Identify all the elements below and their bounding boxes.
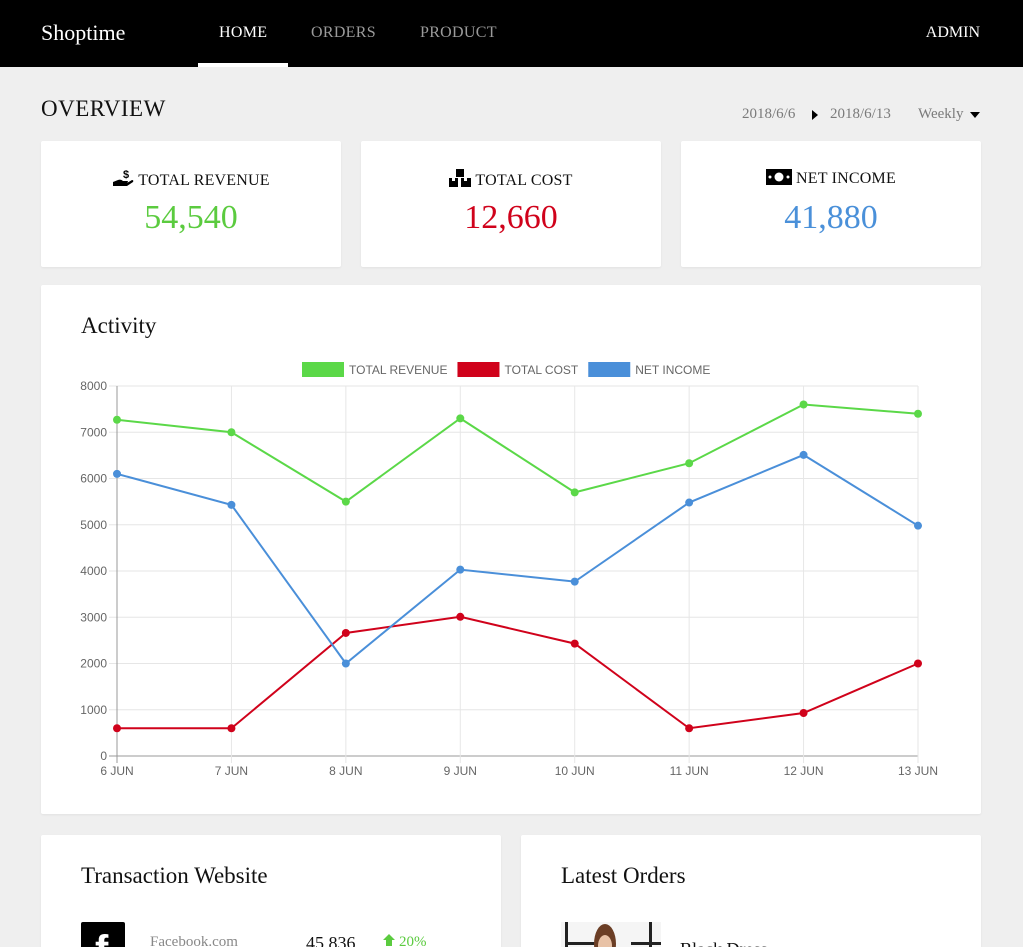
data-point — [570, 639, 579, 648]
transaction-value: 45,836 — [306, 933, 356, 947]
data-point — [456, 414, 465, 423]
transaction-site[interactable]: Facebook.com — [150, 934, 238, 947]
data-point — [685, 498, 694, 507]
y-tick-label: 8000 — [80, 379, 107, 393]
data-point — [456, 612, 465, 621]
transaction-change-value: 20% — [399, 934, 427, 947]
nav-item-orders[interactable]: ORDERS — [311, 24, 376, 42]
x-tick-label: 8 JUN — [329, 764, 362, 778]
y-tick-label: 5000 — [80, 518, 107, 532]
legend-label: TOTAL REVENUE — [349, 363, 447, 377]
data-point — [914, 659, 922, 668]
hand-money-icon: $ — [113, 169, 134, 186]
data-point — [914, 521, 922, 530]
x-tick-label: 13 JUN — [898, 764, 938, 778]
x-tick-label: 11 JUN — [670, 764, 709, 778]
stat-label-revenue: TOTAL REVENUE — [138, 172, 270, 189]
nav-item-product[interactable]: PRODUCT — [420, 24, 497, 42]
date-from[interactable]: 2018/6/6 — [742, 106, 795, 123]
data-point — [456, 565, 465, 574]
data-point — [227, 724, 236, 733]
data-point — [227, 500, 236, 509]
svg-text:$: $ — [123, 169, 129, 181]
data-point — [113, 724, 121, 733]
data-point — [570, 488, 579, 497]
data-point — [799, 450, 808, 459]
top-navbar: Shoptime HOME ORDERS PRODUCT ADMIN — [0, 0, 1023, 67]
caret-down-icon[interactable] — [970, 112, 980, 118]
transaction-change: 20% — [382, 933, 427, 947]
transaction-website-card: Transaction Website f Facebook.com 45,83… — [41, 835, 501, 947]
banknote-icon — [766, 169, 793, 185]
stat-label-cost: TOTAL COST — [475, 172, 573, 189]
stat-value-revenue: 54,540 — [144, 199, 238, 236]
y-tick-label: 1000 — [80, 703, 107, 717]
data-point — [914, 409, 922, 418]
series-line — [116, 403, 919, 503]
legend-label: TOTAL COST — [504, 363, 578, 377]
arrow-up-icon — [383, 934, 395, 946]
x-tick-label: 12 JUN — [784, 764, 824, 778]
data-point — [113, 469, 121, 478]
stat-value-cost: 12,660 — [464, 199, 558, 236]
latest-orders-card: Latest Orders Black Dress — [521, 835, 981, 947]
facebook-icon: f — [81, 922, 125, 947]
legend-swatch — [588, 362, 631, 377]
legend-swatch — [457, 362, 500, 377]
series-line — [116, 453, 919, 665]
stat-card-revenue: $ TOTAL REVENUE 54,540 — [41, 141, 341, 267]
period-select[interactable]: Weekly — [918, 106, 963, 123]
data-point — [341, 497, 350, 506]
stat-card-net-income: NET INCOME 41,880 — [681, 141, 981, 267]
nav-item-home[interactable]: HOME — [219, 24, 267, 42]
series-line — [117, 615, 919, 730]
data-point — [227, 428, 236, 437]
y-tick-label: 4000 — [80, 564, 107, 578]
x-tick-label: 9 JUN — [444, 764, 477, 778]
stat-label-net-income: NET INCOME — [796, 170, 896, 187]
y-tick-label: 3000 — [80, 610, 107, 624]
arrow-right-icon[interactable] — [812, 110, 818, 120]
overview-title: OVERVIEW — [41, 96, 166, 121]
legend-swatch — [302, 362, 344, 377]
data-point — [685, 724, 694, 733]
data-point — [685, 459, 694, 468]
y-tick-label: 7000 — [80, 425, 107, 439]
transaction-title: Transaction Website — [81, 863, 268, 888]
active-nav-indicator — [198, 63, 288, 67]
y-tick-label: 6000 — [80, 472, 107, 486]
stat-card-cost: TOTAL COST 12,660 — [361, 141, 661, 267]
data-point — [341, 628, 350, 637]
x-tick-label: 10 JUN — [555, 764, 595, 778]
legend-label: NET INCOME — [635, 363, 710, 377]
order-product-name[interactable]: Black Dress — [680, 939, 767, 947]
x-tick-label: 7 JUN — [215, 764, 248, 778]
data-point — [341, 659, 350, 668]
data-point — [113, 415, 121, 424]
data-point — [570, 577, 579, 586]
y-tick-label: 0 — [100, 749, 107, 763]
brand-logo[interactable]: Shoptime — [41, 20, 125, 46]
activity-card: Activity 0 1000 2000 3000 4000 5000 6000 7000 80… — [41, 285, 981, 814]
y-tick-label: 2000 — [80, 657, 107, 671]
order-product-image[interactable] — [561, 922, 661, 947]
data-point — [799, 708, 808, 717]
data-point — [799, 400, 808, 409]
date-to[interactable]: 2018/6/13 — [830, 106, 891, 123]
latest-orders-title: Latest Orders — [561, 863, 686, 888]
admin-menu[interactable]: ADMIN — [926, 24, 980, 42]
stat-value-net-income: 41,880 — [784, 199, 878, 236]
boxes-icon — [449, 169, 472, 187]
activity-line-chart: 0 1000 2000 3000 4000 5000 6000 7000 8000 6 JUN 7 … — [80, 362, 938, 778]
x-tick-label: 6 JUN — [100, 764, 133, 778]
